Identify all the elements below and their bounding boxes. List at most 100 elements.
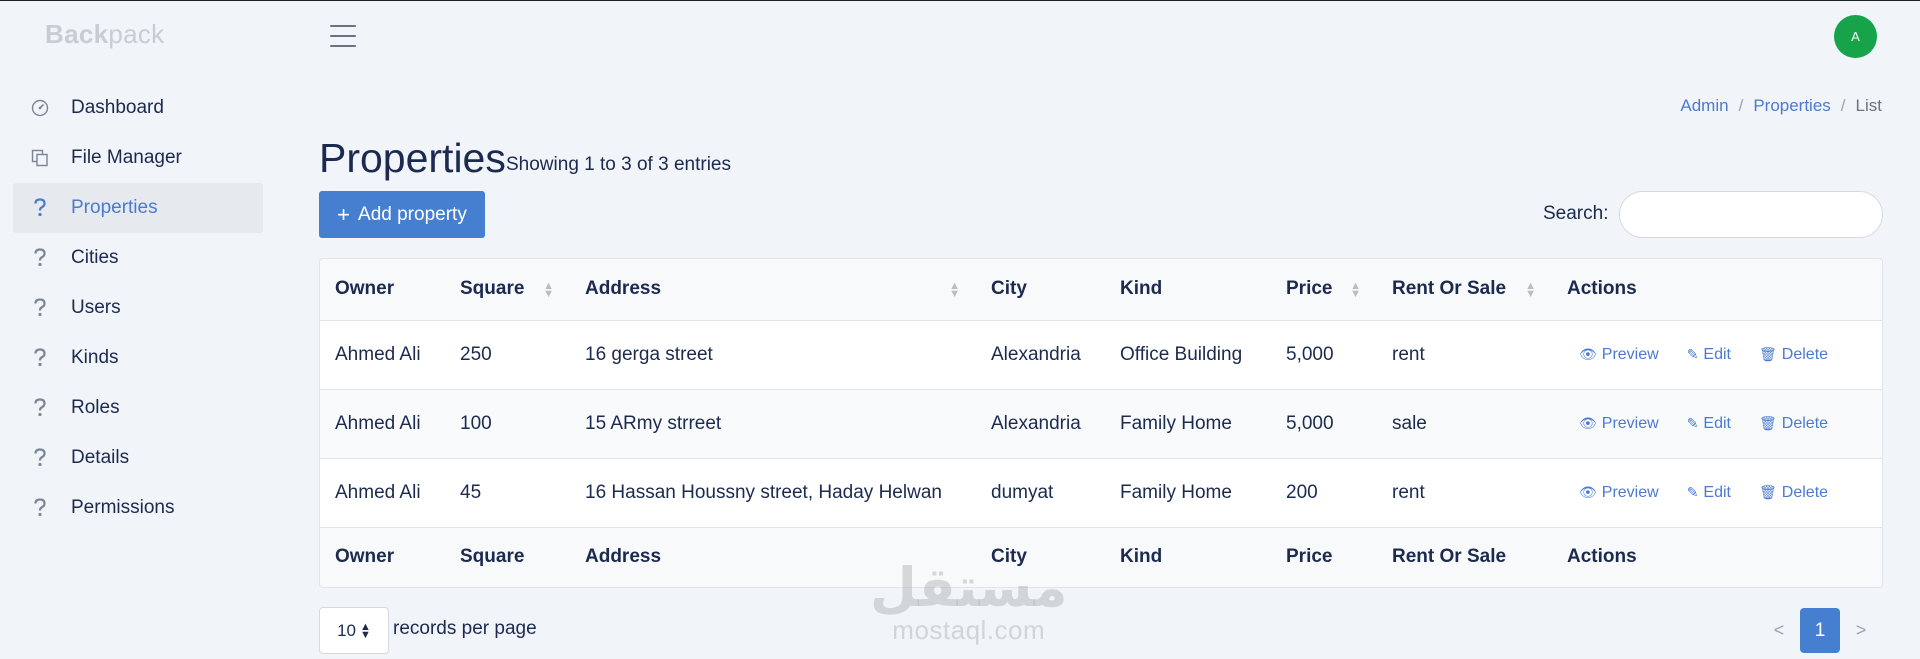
preview-button[interactable]: 👁 Preview [1579,415,1659,433]
breadcrumb-properties[interactable]: Properties [1753,96,1830,116]
column-header-kind[interactable]: Kind [1105,259,1271,320]
sidebar-item-details[interactable]: Details [13,433,263,483]
sort-icon[interactable]: ▲ ▼ [1350,281,1361,300]
per-page-label: records per page [393,618,537,639]
watermark-latin: mostaql.com [892,615,1046,645]
cell-actions: 👁 Preview ✎ Edit 🗑 Delete [1552,319,1882,389]
preview-button[interactable]: 👁 Preview [1579,484,1659,502]
cell-square: 100 [445,388,570,458]
breadcrumb-separator: / [1738,96,1744,115]
cell-city: Alexandria [976,319,1105,389]
footer-kind: Kind [1105,526,1271,587]
add-property-label: Add property [358,203,467,225]
sidebar-item-kinds[interactable]: Kinds [13,333,263,383]
page-button-current[interactable]: 1 [1800,608,1840,653]
cell-owner: Ahmed Ali [320,457,445,527]
footer-rent-or-sale: Rent Or Sale [1377,526,1552,587]
sidebar-item-dashboard[interactable]: Dashboard [13,83,263,133]
question-icon [30,448,50,468]
sidebar-item-permissions[interactable]: Permissions [13,483,263,533]
sidebar-item-label: Dashboard [71,97,164,118]
cell-address: 16 gerga street [570,319,976,389]
edit-icon: ✎ [1686,346,1699,362]
search-input[interactable] [1619,191,1883,238]
sidebar-item-label: Roles [71,397,120,418]
trash-icon: 🗑 [1759,484,1777,500]
column-header-city[interactable]: City [976,259,1105,320]
cell-kind: Family Home [1105,457,1271,527]
sort-icon[interactable]: ▲ ▼ [1525,281,1536,300]
breadcrumb-admin[interactable]: Admin [1680,96,1728,116]
per-page-value: 10 [337,620,357,640]
hamburger-menu-icon[interactable] [330,25,356,47]
cell-kind: Office Building [1105,319,1271,389]
edit-icon: ✎ [1686,415,1699,431]
footer-owner: Owner [320,526,445,587]
column-header-price[interactable]: Price ▲ ▼ [1271,259,1377,320]
footer-city: City [976,526,1105,587]
pagination: < 1 > [1772,608,1868,653]
cell-address: 15 ARmy strreet [570,388,976,458]
table-row: Ahmed Ali 45 16 Hassan Houssny street, H… [320,457,1882,527]
per-page-select[interactable]: 10 ▲ ▼ [319,607,389,654]
trash-icon: 🗑 [1759,346,1777,362]
breadcrumb-separator: / [1840,96,1846,115]
edit-button[interactable]: ✎ Edit [1687,346,1731,364]
question-icon [30,248,50,268]
sidebar-item-label: Permissions [71,497,175,518]
sidebar-item-cities[interactable]: Cities [13,233,263,283]
sidebar: Dashboard File Manager Properties Cities… [13,83,263,533]
cell-rent-or-sale: sale [1377,388,1552,458]
sidebar-item-users[interactable]: Users [13,283,263,333]
sidebar-item-label: Details [71,447,130,468]
cell-actions: 👁 Preview ✎ Edit 🗑 Delete [1552,457,1882,527]
preview-button[interactable]: 👁 Preview [1579,346,1659,364]
dashboard-icon [30,98,50,118]
cell-rent-or-sale: rent [1377,319,1552,389]
footer-actions: Actions [1552,526,1882,587]
table-footer-row: Owner Square Address City Kind Price Ren… [320,526,1882,587]
sidebar-item-label: Kinds [71,347,119,368]
cell-rent-or-sale: rent [1377,457,1552,527]
plus-icon: + [337,201,351,227]
sort-icon[interactable]: ▲ ▼ [543,281,554,300]
search-label: Search: [1543,203,1609,224]
breadcrumb-list: List [1855,96,1882,115]
select-arrows-icon: ▲ ▼ [360,620,371,641]
sidebar-item-label: File Manager [71,147,182,168]
cell-square: 250 [445,319,570,389]
delete-button[interactable]: 🗑 Delete [1759,415,1828,433]
cell-square: 45 [445,457,570,527]
column-header-square[interactable]: Square ▲ ▼ [445,259,570,320]
column-header-owner[interactable]: Owner [320,259,445,320]
avatar[interactable]: A [1834,15,1877,58]
properties-table: Owner Square ▲ ▼ Address ▲ ▼ City Kind Price… [319,258,1883,588]
brand-logo-light: pack [108,19,165,49]
previous-page-button[interactable]: < [1772,620,1786,641]
cell-owner: Ahmed Ali [320,388,445,458]
delete-button[interactable]: 🗑 Delete [1759,484,1828,502]
column-header-address[interactable]: Address ▲ ▼ [570,259,976,320]
table-row: Ahmed Ali 100 15 ARmy strreet Alexandria… [320,388,1882,458]
sidebar-item-roles[interactable]: Roles [13,383,263,433]
sort-icon[interactable]: ▲ ▼ [949,281,960,300]
breadcrumb: Admin / Properties / List [1680,96,1882,116]
column-header-rent-or-sale[interactable]: Rent Or Sale ▲ ▼ [1377,259,1552,320]
edit-button[interactable]: ✎ Edit [1687,415,1731,433]
sidebar-item-label: Users [71,297,121,318]
brand-logo-bold: Back [45,19,109,49]
page-title: Properties [319,135,506,181]
add-property-button[interactable]: + Add property [319,191,485,238]
footer-price: Price [1271,526,1377,587]
delete-button[interactable]: 🗑 Delete [1759,346,1828,364]
sidebar-item-file-manager[interactable]: File Manager [13,133,263,183]
table-header-row: Owner Square ▲ ▼ Address ▲ ▼ City Kind Price… [320,259,1882,320]
column-header-actions: Actions [1552,259,1882,320]
brand-logo[interactable]: Backpack [45,19,164,50]
sidebar-item-properties[interactable]: Properties [13,183,263,233]
edit-button[interactable]: ✎ Edit [1687,484,1731,502]
cell-owner: Ahmed Ali [320,319,445,389]
sidebar-item-label: Cities [71,247,119,268]
cell-kind: Family Home [1105,388,1271,458]
next-page-button[interactable]: > [1854,620,1868,641]
